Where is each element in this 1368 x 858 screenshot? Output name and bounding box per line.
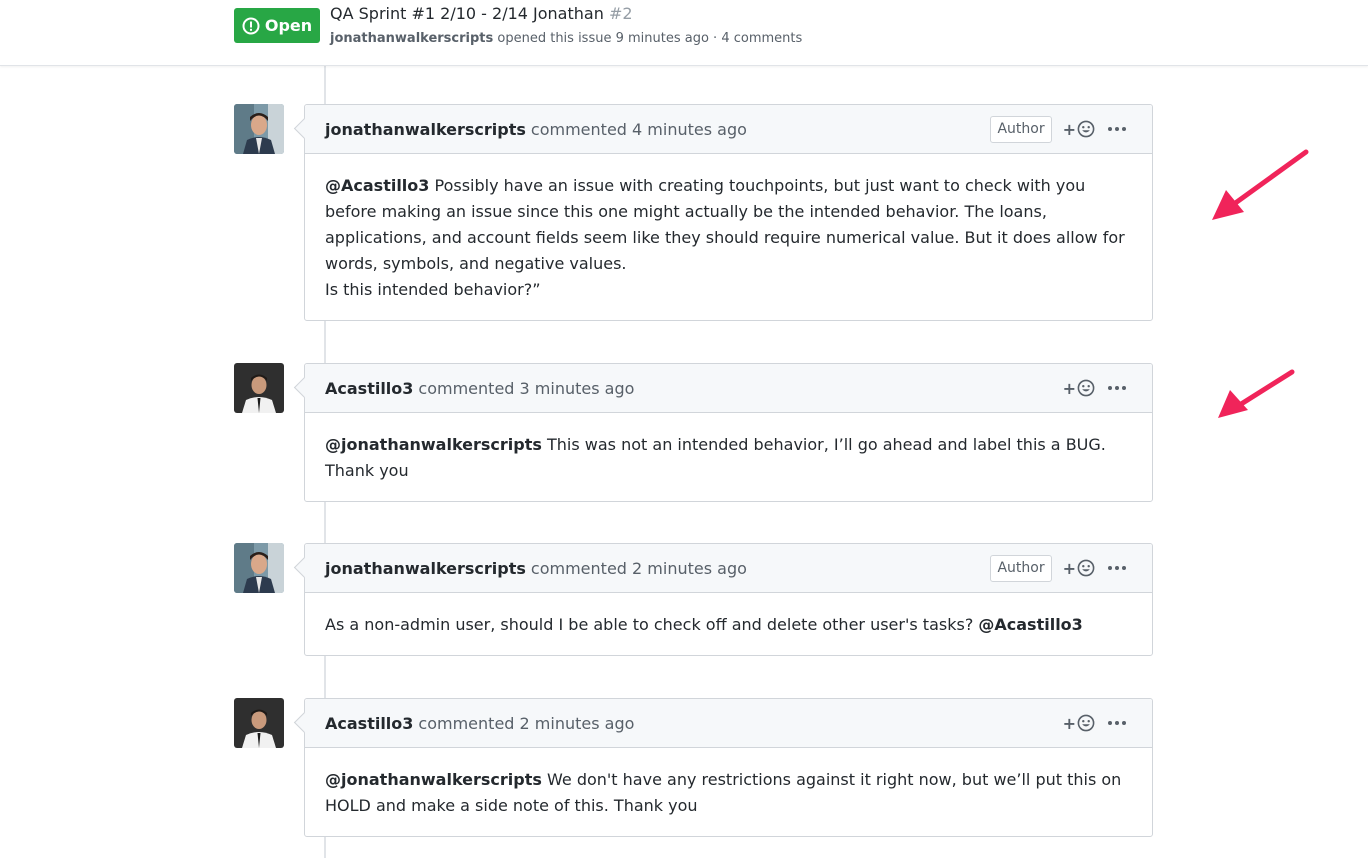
comment-timestamp[interactable]: commented 2 minutes ago — [418, 714, 634, 733]
comment-author-link[interactable]: jonathanwalkerscripts — [325, 559, 526, 578]
comment-timestamp[interactable]: commented 3 minutes ago — [418, 379, 634, 398]
comment-header: Acastillo3 commented 3 minutes ago + — [305, 364, 1152, 413]
kebab-horizontal-icon[interactable] — [1106, 127, 1128, 131]
comment-author-link[interactable]: Acastillo3 — [325, 714, 413, 733]
pointer-arrow — [1218, 369, 1295, 418]
issue-opened-icon — [242, 17, 260, 34]
avatar-photo — [234, 698, 284, 748]
add-reaction-button[interactable]: + — [1063, 559, 1095, 578]
comment-body: @Acastillo3 Possibly have an issue with … — [305, 154, 1152, 320]
comment-actions: Author + — [990, 554, 1132, 582]
issue-state-badge: Open — [234, 8, 320, 43]
issue-header: Open QA Sprint #1 2/10 - 2/14 Jonathan #… — [0, 0, 1368, 66]
comment-header: Acastillo3 commented 2 minutes ago + — [305, 699, 1152, 748]
user-mention[interactable]: @jonathanwalkerscripts — [325, 435, 542, 454]
comment-box: Acastillo3 commented 3 minutes ago + @jo… — [304, 363, 1153, 502]
kebab-horizontal-icon[interactable] — [1106, 721, 1128, 725]
smiley-icon — [1077, 379, 1095, 397]
comment-author-link[interactable]: jonathanwalkerscripts — [325, 120, 526, 139]
avatar[interactable] — [234, 104, 284, 154]
issue-number: #2 — [608, 4, 633, 23]
comment-body: @jonathanwalkerscripts We don't have any… — [305, 748, 1152, 836]
avatar-photo — [234, 543, 284, 593]
issue-author-link[interactable]: jonathanwalkerscripts — [330, 31, 493, 46]
issue-opened-text: opened this issue 9 minutes ago · 4 comm… — [497, 31, 803, 46]
user-mention[interactable]: @jonathanwalkerscripts — [325, 770, 542, 789]
comment-timestamp[interactable]: commented 2 minutes ago — [531, 559, 747, 578]
issue-title-text: QA Sprint #1 2/10 - 2/14 Jonathan — [330, 4, 604, 23]
add-reaction-button[interactable]: + — [1063, 714, 1095, 733]
avatar[interactable] — [234, 698, 284, 748]
smiley-icon — [1077, 714, 1095, 732]
add-reaction-button[interactable]: + — [1063, 120, 1095, 139]
avatar[interactable] — [234, 543, 284, 593]
kebab-horizontal-icon[interactable] — [1106, 566, 1128, 570]
comment-header: jonathanwalkerscripts commented 2 minute… — [305, 544, 1152, 593]
add-reaction-button[interactable]: + — [1063, 379, 1095, 398]
smiley-icon — [1077, 559, 1095, 577]
kebab-horizontal-icon[interactable] — [1106, 386, 1128, 390]
issue-meta: jonathanwalkerscripts opened this issue … — [330, 31, 802, 46]
issue-state-label: Open — [264, 16, 313, 35]
user-mention[interactable]: @Acastillo3 — [978, 615, 1082, 634]
user-mention[interactable]: @Acastillo3 — [325, 176, 429, 195]
comment-author-link[interactable]: Acastillo3 — [325, 379, 413, 398]
avatar-photo — [234, 104, 284, 154]
comment-box: Acastillo3 commented 2 minutes ago + @jo… — [304, 698, 1153, 837]
comment-timestamp[interactable]: commented 4 minutes ago — [531, 120, 747, 139]
avatar[interactable] — [234, 363, 284, 413]
smiley-icon — [1077, 120, 1095, 138]
comment-actions: Author + — [990, 115, 1132, 143]
comment-text: As a non-admin user, should I be able to… — [325, 615, 979, 634]
comment-text-line: Is this intended behavior?” — [325, 280, 541, 299]
comment-box: jonathanwalkerscripts commented 2 minute… — [304, 543, 1153, 656]
comment-body: As a non-admin user, should I be able to… — [305, 593, 1152, 655]
issue-title: QA Sprint #1 2/10 - 2/14 Jonathan #2 — [330, 4, 633, 23]
pointer-arrow — [1212, 149, 1309, 220]
comment-text: Possibly have an issue with creating tou… — [325, 176, 1125, 273]
author-label: Author — [990, 554, 1052, 582]
comment-box: jonathanwalkerscripts commented 4 minute… — [304, 104, 1153, 321]
comment-actions: + — [1063, 714, 1132, 733]
author-label: Author — [990, 115, 1052, 143]
avatar-photo — [234, 363, 284, 413]
comment-body: @jonathanwalkerscripts This was not an i… — [305, 413, 1152, 501]
comment-header: jonathanwalkerscripts commented 4 minute… — [305, 105, 1152, 154]
comment-actions: + — [1063, 379, 1132, 398]
